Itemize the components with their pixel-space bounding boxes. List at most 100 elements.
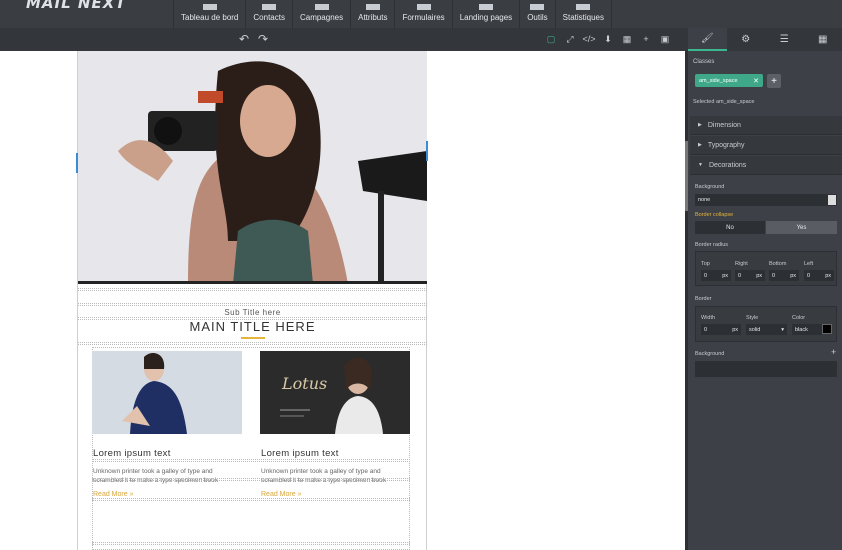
undo-icon[interactable]: ↶ <box>239 32 249 46</box>
lotus-text: Lotus <box>281 374 327 393</box>
email-subtitle[interactable]: Sub Title here <box>78 308 427 317</box>
card-title[interactable]: Lorem ipsum text <box>93 448 171 459</box>
close-icon[interactable]: ✕ <box>753 77 759 85</box>
selected-info: Selected am_side_space <box>693 99 754 105</box>
radius-right-input[interactable]: 0 px <box>735 270 765 281</box>
nav-formulaires[interactable]: Formulaires <box>394 0 451 28</box>
nav-campagnes[interactable]: Campagnes <box>291 0 350 28</box>
gear-icon <box>365 4 380 10</box>
radius-bottom-label: Bottom <box>769 261 787 267</box>
add-class-button[interactable]: + <box>767 74 781 88</box>
tools-icon <box>530 4 545 10</box>
section-typography[interactable]: ▶ Typography <box>690 136 842 155</box>
card-title[interactable]: Lorem ipsum text <box>261 448 339 459</box>
read-more-link[interactable]: Read More » <box>261 491 301 498</box>
border-color-label: Color <box>792 315 806 321</box>
layers-tab[interactable]: ☰ <box>765 28 804 51</box>
selection-marker <box>426 141 428 161</box>
spacer-row[interactable] <box>92 478 410 481</box>
nav-landing-pages[interactable]: Landing pages <box>451 0 520 28</box>
add-background-icon[interactable]: + <box>831 347 836 357</box>
panel-tabs: 🖌 ⚙ ☰ ▦ <box>688 28 842 51</box>
background-layers-list[interactable] <box>695 361 837 377</box>
section-dimension[interactable]: ▶ Dimension <box>690 116 842 135</box>
spacer-row[interactable] <box>92 542 410 545</box>
value: 0 <box>738 272 742 279</box>
border-radius-label: Border radius <box>695 242 729 248</box>
radius-bottom-input[interactable]: 0 px <box>769 270 799 281</box>
selected-label: Selected <box>693 99 715 105</box>
selected-value: am_side_space <box>715 99 755 105</box>
editor-tools: ▢ ⤢ </> ⬇ ▦ + ▣ <box>544 32 672 46</box>
blocks-tab[interactable]: ▦ <box>804 28 842 51</box>
spacer-row[interactable] <box>92 459 410 462</box>
contacts-icon <box>262 4 277 10</box>
background-color-swatch[interactable] <box>828 195 836 205</box>
code-icon[interactable]: </> <box>582 32 596 46</box>
classes-label: Classes <box>693 59 715 65</box>
brush-icon: 🖌 <box>700 33 714 44</box>
envelope-icon <box>314 4 329 10</box>
nav-label: Statistiques <box>562 13 604 22</box>
editor-canvas[interactable]: Sub Title here MAIN TITLE HERE Lorem ips… <box>0 51 686 550</box>
radius-top-input[interactable]: 0 px <box>701 270 731 281</box>
read-more-link[interactable]: Read More » <box>93 491 133 498</box>
border-width-input[interactable]: 0 px <box>701 324 741 335</box>
redo-icon[interactable]: ↷ <box>258 32 268 46</box>
add-icon[interactable]: + <box>639 32 653 46</box>
unit: px <box>722 272 728 279</box>
nav-outils[interactable]: Outils <box>519 0 554 28</box>
card-body[interactable]: Unknown printer took a galley of type an… <box>261 467 411 485</box>
card-image[interactable]: Lotus <box>260 351 410 434</box>
value: solid <box>749 326 761 333</box>
blocks-icon[interactable]: ▦ <box>620 32 634 46</box>
class-chip[interactable]: am_side_space ✕ <box>695 74 763 87</box>
gear-icon: ⚙ <box>741 34 751 45</box>
nav-label: Tableau de bord <box>181 13 239 22</box>
hero-image[interactable] <box>78 51 427 284</box>
section-decorations[interactable]: ▼ Decorations <box>690 156 842 175</box>
import-icon[interactable]: ⬇ <box>601 32 615 46</box>
chevron-down-icon: ▼ <box>698 162 703 168</box>
settings-tab[interactable]: ⚙ <box>727 28 766 51</box>
spacer-row[interactable] <box>92 498 410 501</box>
chip-label: am_side_space <box>699 77 738 84</box>
chart-icon <box>576 4 591 10</box>
radius-left-input[interactable]: 0 px <box>804 270 834 281</box>
save-icon[interactable]: ▣ <box>658 32 672 46</box>
email-template[interactable]: Sub Title here MAIN TITLE HERE Lorem ips… <box>76 51 428 550</box>
hero-photo <box>78 51 427 281</box>
title-underline <box>241 337 265 339</box>
monitor-icon <box>478 4 493 10</box>
home-icon <box>202 4 217 10</box>
card-photo <box>92 351 242 434</box>
email-main-title[interactable]: MAIN TITLE HERE <box>78 319 427 334</box>
nav-tableau-de-bord[interactable]: Tableau de bord <box>173 0 245 28</box>
unit: px <box>790 272 796 279</box>
radius-top-label: Top <box>701 261 710 267</box>
grid-icon: ▦ <box>818 34 828 45</box>
nav-label: Contacts <box>253 13 285 22</box>
spacer-row[interactable] <box>78 342 427 345</box>
border-toggle-icon[interactable]: ▢ <box>544 32 558 46</box>
card-image[interactable] <box>92 351 242 434</box>
nav-contacts[interactable]: Contacts <box>245 0 292 28</box>
border-color-swatch[interactable] <box>822 324 832 334</box>
section-label: Dimension <box>707 121 741 129</box>
top-navigation-bar: MAIL NEXT Tableau de bord Contacts Campa… <box>0 0 842 28</box>
border-color-input[interactable]: black <box>792 324 822 335</box>
section-label: Decorations <box>708 161 747 169</box>
spacer-row[interactable] <box>78 303 427 306</box>
nav-statistiques[interactable]: Statistiques <box>554 0 612 28</box>
background-input[interactable]: none <box>695 194 837 206</box>
spacer-row[interactable] <box>78 288 427 291</box>
border-collapse-yes[interactable]: Yes <box>766 221 837 234</box>
nav-attributs[interactable]: Attributs <box>350 0 394 28</box>
style-manager-tab[interactable]: 🖌 <box>688 28 727 51</box>
app-logo[interactable]: MAIL NEXT <box>26 0 127 12</box>
card-body[interactable]: Unknown printer took a galley of type an… <box>93 467 243 485</box>
border-collapse-no[interactable]: No <box>695 221 765 234</box>
fullscreen-icon[interactable]: ⤢ <box>563 32 577 46</box>
border-style-select[interactable]: solid ▾ <box>746 324 787 335</box>
background-layers-label: Background <box>695 351 725 357</box>
